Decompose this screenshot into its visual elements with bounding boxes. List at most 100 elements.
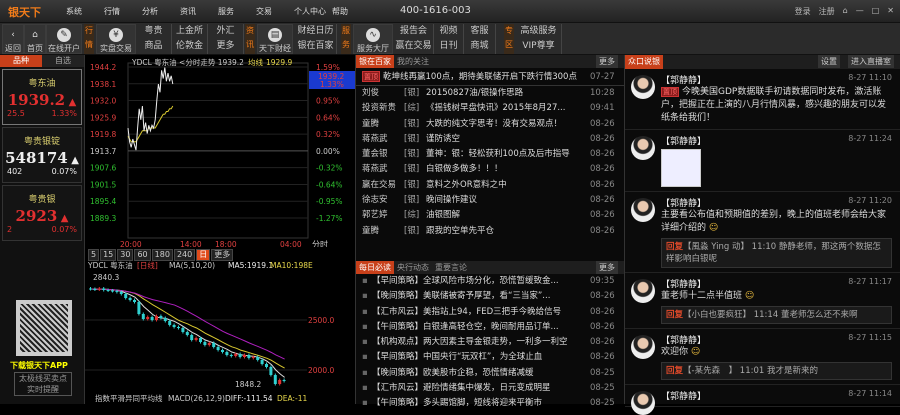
- toolbar-link[interactable]: 赢在交易: [394, 39, 434, 54]
- toolbar-link[interactable]: 视频: [434, 24, 464, 39]
- home-button[interactable]: ⌂ 首页: [24, 24, 46, 54]
- daily-row[interactable]: ▪ 【汇市风云】美指站上94，FED三把手今晚给信号 08-26: [356, 305, 624, 320]
- toolbar-link[interactable]: 上金所: [172, 24, 208, 39]
- open-account-button[interactable]: ✎ 在线开户: [46, 24, 82, 54]
- daily-row[interactable]: ▪ 【机构观点】两大因素主导金银走势，一利多一利空 08-26: [356, 335, 624, 350]
- toolbar-link[interactable]: 伦敦金: [172, 39, 208, 54]
- sender: 【郭静静】: [661, 76, 707, 86]
- toolbar-link[interactable]: 外汇: [208, 24, 244, 39]
- toolbar-link[interactable]: 更多: [208, 39, 244, 54]
- tab-remarks[interactable]: 重要言论: [432, 261, 470, 274]
- toolbar-link[interactable]: 商品: [136, 39, 172, 54]
- reply-user: 【-某先森 】: [683, 366, 738, 376]
- title-bar: 银天下 系统 行情 分析 资讯 服务 交易 个人中心 帮助 400-1616-003 登录 注…: [0, 0, 900, 23]
- register-link[interactable]: 注册: [819, 6, 835, 17]
- alert-button[interactable]: 太极线买卖点 实时提醒: [14, 372, 72, 396]
- trade-label: 实盘交易: [100, 44, 132, 53]
- menu-item[interactable]: 服务: [218, 6, 256, 17]
- more-button[interactable]: 更多: [596, 55, 618, 68]
- tab-experts[interactable]: 银在百家: [356, 55, 394, 68]
- quote-card[interactable]: 粤东油 1939.2 ▲ 25.5 1.33%: [2, 69, 82, 125]
- news-row[interactable]: 董会银 [银] 董神：银：轻松获利100点及后市指导 08-26: [356, 147, 624, 162]
- tab-varieties[interactable]: 品种: [0, 55, 42, 67]
- news-row[interactable]: 刘俊 [银] 20150827油/银操作思路 10:28: [356, 86, 624, 101]
- toolbar-link[interactable]: 报告会: [394, 24, 434, 39]
- daily-row[interactable]: ▪ 【早间策略】全球风险市场分化，恐慌暂缓致金... 09:35: [356, 274, 624, 289]
- menu-item[interactable]: 分析: [142, 6, 180, 17]
- news-row[interactable]: 投资新贵 [综] 《摇钱树早盘快讯》2015年8月27... 09:41: [356, 101, 624, 116]
- menu-item[interactable]: 个人中心: [294, 6, 332, 17]
- news-row[interactable]: 蒋燕武 [银] 白银做多做多！！！ 08-26: [356, 162, 624, 177]
- tab-central-bank[interactable]: 央行动态: [394, 261, 432, 274]
- pinned-news[interactable]: 置顶 乾坤线再赢100点，期待美联储开启下跌行情300点 07-27: [356, 68, 624, 86]
- news-category: [银]: [404, 149, 420, 160]
- ma-label: MA(5,10,20): [169, 261, 215, 270]
- image-thumbnail[interactable]: [661, 149, 701, 187]
- menu-item[interactable]: 交易: [256, 6, 294, 17]
- candle: [194, 338, 198, 340]
- menu-item[interactable]: 系统: [66, 6, 104, 17]
- toolbar-link[interactable]: 粤贵: [136, 24, 172, 39]
- candle: [265, 364, 268, 367]
- daily-row[interactable]: ▪ 【早间策略】中国央行“玩双杠”，为全球止血 08-26: [356, 350, 624, 365]
- daily-row[interactable]: ▪ 【晚间策略】美联储被寄予厚望，看“三当家”... 08-26: [356, 289, 624, 304]
- quote-card[interactable]: 粤贵银 2923 ▲ 2 0.07%: [2, 185, 82, 241]
- chart-icon: ∿: [366, 28, 380, 42]
- news-date: 08-26: [590, 133, 615, 144]
- candle: [181, 328, 185, 332]
- avatar: [631, 198, 655, 222]
- news-row[interactable]: 童腾 [银] 大跌的纯文字思考！没有交易观点！ 08-26: [356, 117, 624, 132]
- news-row[interactable]: 郭艺婷 [综] 油银图解 08-26: [356, 208, 624, 223]
- candle: [190, 335, 194, 340]
- sender: 【郭静静】: [661, 199, 707, 209]
- daily-row[interactable]: ▪ 【午间策略】白银逢高轻仓空，晚间耐用品订单... 08-26: [356, 320, 624, 335]
- settings-dropdown[interactable]: 设置: [818, 55, 840, 68]
- login-link[interactable]: 登录: [795, 6, 811, 17]
- menu-item[interactable]: 帮助: [332, 6, 370, 17]
- menu-item[interactable]: 行情: [104, 6, 142, 17]
- intraday-chart[interactable]: 1944.21.59%1938.11.27%1932.00.95%1925.90…: [88, 55, 355, 247]
- toolbar-link[interactable]: 财经日历: [295, 24, 337, 39]
- news-date: 08-26: [590, 225, 615, 236]
- daily-title: 【晚间策略】欧美股市企稳，恐慌情绪减缓: [372, 367, 534, 378]
- daily-row[interactable]: ▪ 【汇市风云】避险情绪集中爆发，日元变成明星 08-25: [356, 381, 624, 396]
- toolbar-link[interactable]: VIP尊享: [516, 39, 562, 54]
- finance-button[interactable]: ▤ 天下财经: [257, 24, 293, 54]
- kline-chart[interactable]: YDCL 粤东油 [日线] MA(5,10,20) MA5:1919.1MA10:19…: [85, 260, 355, 404]
- news-row[interactable]: 徐志安 [银] 晚间操作建议 08-26: [356, 193, 624, 208]
- toolbar-link[interactable]: 日刊: [434, 39, 464, 54]
- avatar: [631, 279, 655, 303]
- toolbar-link[interactable]: 银在百家: [295, 39, 337, 54]
- home-icon[interactable]: ⌂: [843, 6, 848, 17]
- reply-user: 【風淼 Ying 动】: [683, 242, 749, 252]
- pct-tick-label: -0.95%: [316, 197, 343, 206]
- toolbar-link[interactable]: 高级服务: [516, 24, 562, 39]
- sender: 【郭静静】: [661, 280, 707, 290]
- quote-card[interactable]: 粤贵银锭 548174 ▲ 402 0.07%: [2, 127, 82, 183]
- toolbar-link[interactable]: 商城: [464, 39, 496, 54]
- up-arrow-icon: ▲: [67, 155, 79, 166]
- tab-watchlist[interactable]: 自选: [42, 55, 84, 67]
- candle: [137, 302, 141, 314]
- menu-item[interactable]: 资讯: [180, 6, 218, 17]
- news-row[interactable]: 蒋燕武 [银] 谨防诱空 08-26: [356, 132, 624, 147]
- tab-daily[interactable]: 每日必读: [356, 260, 394, 274]
- candle: [221, 350, 224, 352]
- toolbar-link[interactable]: 客服: [464, 24, 496, 39]
- maximize-icon[interactable]: □: [872, 6, 880, 17]
- news-row[interactable]: 赢在交易 [银] 意料之外OR意料之中 08-26: [356, 178, 624, 193]
- vip-section-tag: 专区: [504, 24, 514, 54]
- service-hall-button[interactable]: ∿ 服务大厅: [353, 24, 393, 54]
- candle: [146, 317, 150, 319]
- close-icon[interactable]: ✕: [887, 6, 894, 17]
- news-row[interactable]: 童腾 [银] 跟我的空单先平仓 08-26: [356, 224, 624, 239]
- more-button-daily[interactable]: 更多: [596, 260, 618, 274]
- trade-button[interactable]: ¥ 实盘交易: [96, 24, 136, 54]
- candle: [185, 332, 189, 335]
- minimize-icon[interactable]: —: [856, 6, 864, 17]
- back-button[interactable]: ‹ 返回: [2, 24, 24, 54]
- daily-row[interactable]: ▪ 【晚间策略】欧美股市企稳，恐慌情绪减缓 08-25: [356, 366, 624, 381]
- chat-message: 【郭静静】 8-27 11:15 欢迎你 ☺ 回复【-某先森 】 11:01 我才是新…: [625, 329, 900, 385]
- enter-room-button[interactable]: 进入直播室: [848, 55, 894, 68]
- tab-following[interactable]: 我的关注: [394, 55, 432, 68]
